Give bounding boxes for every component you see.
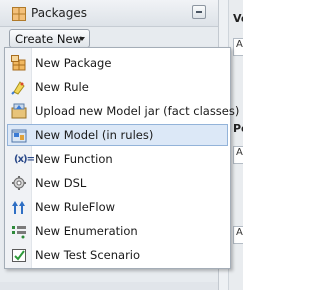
- dsl-icon: [11, 175, 27, 191]
- enumeration-icon: [11, 223, 27, 239]
- menu-item-label: New Test Scenario: [35, 248, 141, 262]
- menu-item-label: New Enumeration: [35, 224, 138, 238]
- create-new-button[interactable]: Create New: [9, 29, 90, 48]
- menu-item-label: New DSL: [35, 176, 87, 190]
- menu-item-label: New Rule: [35, 80, 89, 94]
- pane-heading-fragment: Ve: [233, 12, 243, 25]
- function-icon: (x)=: [14, 154, 35, 165]
- model-icon: [11, 127, 27, 143]
- menu-item-new-ruleflow[interactable]: New RuleFlow: [7, 196, 228, 218]
- pane-field-fragment[interactable]: A: [233, 226, 243, 244]
- menu-item-label: Upload new Model jar (fact classes): [35, 104, 240, 118]
- menu-item-new-model[interactable]: New Model (in rules): [7, 124, 228, 146]
- menu-item-label: New Package: [35, 56, 112, 70]
- menu-item-new-function[interactable]: (x)= New Function: [7, 148, 228, 170]
- menu-item-label: New Function: [35, 152, 113, 166]
- menu-item-label: New Model (in rules): [35, 128, 154, 142]
- panel-title: Packages: [31, 6, 87, 20]
- pane-field-fragment[interactable]: A: [233, 38, 243, 56]
- menu-item-new-package[interactable]: New Package: [7, 52, 228, 74]
- upload-model-jar-icon: [11, 103, 27, 119]
- create-new-menu: New Package New Rule Upload new Model ja…: [4, 47, 239, 269]
- pane-heading-fragment: Po: [233, 122, 243, 135]
- panel-header: Packages: [0, 0, 218, 27]
- collapse-button[interactable]: [192, 5, 206, 19]
- menu-item-upload-model-jar[interactable]: Upload new Model jar (fact classes): [7, 100, 239, 122]
- horizontal-scrollbar[interactable]: [0, 282, 218, 290]
- menu-item-new-rule[interactable]: New Rule: [7, 76, 228, 98]
- chevron-down-icon: [79, 37, 85, 41]
- ruleflow-icon: [11, 199, 27, 215]
- app-window: Packages Create New Ve A Po A A: [0, 0, 243, 290]
- menu-item-label: New RuleFlow: [35, 200, 116, 214]
- package-icon: [11, 55, 27, 71]
- rule-icon: [11, 79, 27, 95]
- menu-item-new-test-scenario[interactable]: New Test Scenario: [7, 244, 228, 266]
- test-scenario-icon: [11, 247, 27, 263]
- menu-item-new-dsl[interactable]: New DSL: [7, 172, 228, 194]
- menu-item-new-enumeration[interactable]: New Enumeration: [7, 220, 228, 242]
- create-new-label: Create New: [15, 32, 82, 46]
- packages-icon: [12, 6, 26, 21]
- pane-field-fragment[interactable]: A: [233, 146, 243, 164]
